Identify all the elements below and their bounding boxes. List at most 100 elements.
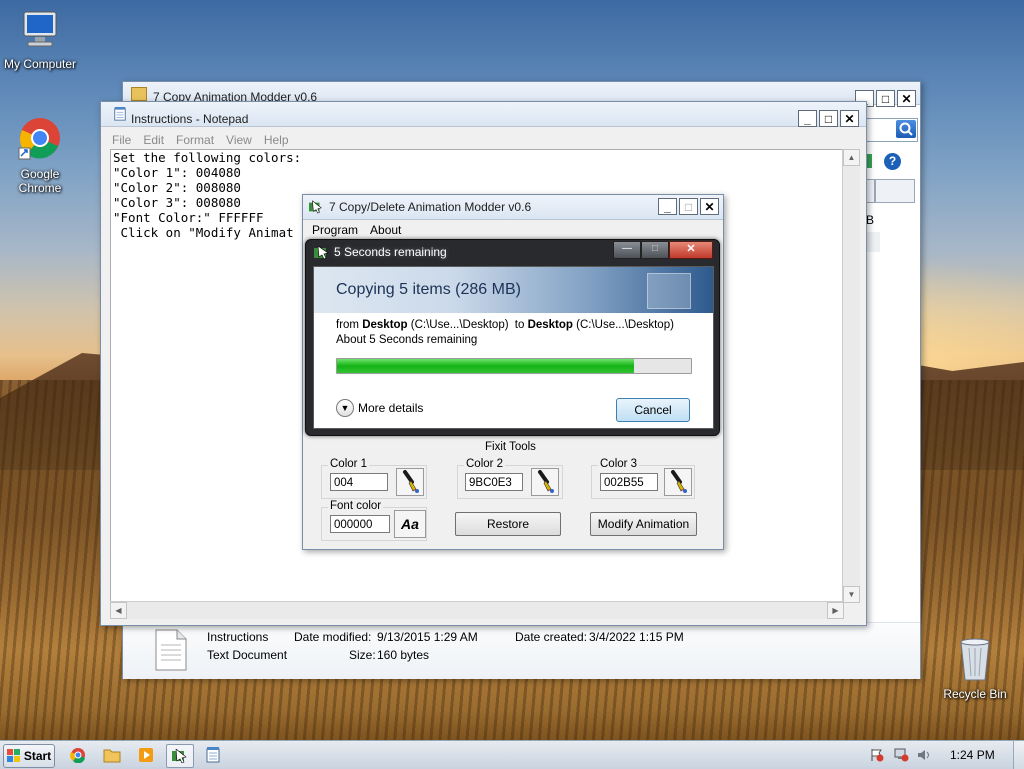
close-button[interactable]: ✕ — [840, 110, 859, 127]
desktop-icon-recycle-bin[interactable]: Recycle Bin — [935, 636, 1015, 701]
text-line: Set the following colors: — [113, 150, 302, 165]
windows-logo-icon — [6, 749, 20, 762]
menu-view[interactable]: View — [221, 133, 259, 147]
close-button[interactable]: ✕ — [669, 241, 713, 259]
file-type: Text Document — [207, 648, 288, 662]
notepad-title: Instructions - Notepad — [131, 112, 249, 126]
folder-icon — [131, 87, 147, 101]
color-1-input[interactable]: 004 — [330, 473, 388, 491]
color-2-input[interactable]: 9BC0E3 — [465, 473, 523, 491]
partial-label: B — [865, 213, 874, 227]
minimize-button[interactable]: _ — [798, 110, 817, 127]
taskbar-chrome[interactable] — [65, 744, 91, 766]
to-name[interactable]: Desktop — [528, 319, 573, 331]
chevron-down-icon: ▼ — [336, 399, 354, 417]
search-icon[interactable] — [896, 120, 916, 138]
notepad-titlebar[interactable]: Instructions - Notepad _ □ ✕ — [101, 102, 866, 127]
taskbar-modder-app[interactable] — [166, 744, 194, 768]
desktop-icon-my-computer[interactable]: My Computer — [0, 10, 80, 71]
date-created-label: Date created: — [515, 630, 588, 644]
desktop-icon-google-chrome[interactable]: Google Chrome — [0, 116, 80, 195]
taskbar-media-player[interactable] — [133, 744, 159, 766]
color-2-label: Color 2 — [464, 458, 506, 470]
menu-help[interactable]: Help — [259, 133, 296, 147]
maximize-button[interactable]: □ — [679, 198, 698, 215]
start-label: Start — [23, 749, 52, 763]
size-value: 160 bytes — [377, 648, 430, 662]
to-path: (C:\Use...\Desktop) — [576, 319, 674, 331]
paintbrush-icon — [403, 470, 419, 493]
color-2-picker-button[interactable] — [531, 468, 559, 496]
scroll-left-icon[interactable]: ◀ — [110, 602, 127, 619]
clock-time[interactable]: 1:24 PM — [950, 748, 995, 762]
font-color-input[interactable]: 000000 — [330, 515, 390, 533]
taskbar: Start 1:24 PM — [0, 740, 1024, 769]
scroll-right-icon[interactable]: ▶ — [827, 602, 844, 619]
copy-progress-fill — [337, 359, 635, 373]
tray-flag-icon[interactable] — [870, 748, 884, 762]
to-word: to — [514, 319, 525, 331]
modder-title: 7 Copy/Delete Animation Modder v0.6 — [329, 200, 532, 214]
size-label: Size: — [349, 648, 376, 662]
scroll-down-icon[interactable]: ▼ — [843, 586, 860, 603]
modder-titlebar[interactable]: 7 Copy/Delete Animation Modder v0.6 _ □ … — [303, 195, 723, 220]
menu-format[interactable]: Format — [171, 133, 221, 147]
modder-app-icon — [309, 200, 322, 214]
modder-menubar: Program About — [303, 220, 723, 240]
copy-progress-bar — [336, 358, 692, 374]
help-icon[interactable]: ? — [884, 153, 901, 170]
copy-watermark-icon — [647, 273, 691, 309]
computer-icon — [23, 11, 57, 47]
copy-progress-dialog[interactable]: 5 Seconds remaining — □ ✕ Copying 5 item… — [305, 239, 720, 436]
menu-program[interactable]: Program — [307, 223, 365, 237]
close-button[interactable]: ✕ — [700, 198, 719, 215]
notepad-menubar: File Edit Format View Help — [101, 130, 866, 150]
modder-app-icon — [172, 749, 187, 763]
text-line: "Color 2": 008080 — [113, 180, 241, 195]
start-button[interactable]: Start — [3, 744, 55, 768]
copy-dialog-title: 5 Seconds remaining — [334, 245, 447, 259]
time-remaining: About 5 Seconds remaining — [336, 334, 478, 346]
color-3-picker-button[interactable] — [664, 468, 692, 496]
date-modified-label: Date modified: — [294, 630, 372, 644]
menu-about[interactable]: About — [365, 223, 408, 237]
desktop-icon-label: My Computer — [3, 57, 77, 71]
notepad-icon — [206, 747, 220, 763]
paintbrush-icon — [671, 470, 687, 493]
recycle-bin-icon — [960, 638, 990, 681]
restore-button[interactable]: Restore — [455, 512, 561, 536]
tray-network-icon[interactable] — [893, 748, 909, 762]
date-created-value: 3/4/2022 1:15 PM — [589, 630, 684, 644]
more-details-toggle[interactable]: ▼ More details — [336, 399, 423, 417]
color-1-picker-button[interactable] — [396, 468, 424, 496]
cancel-button[interactable]: Cancel — [616, 398, 690, 422]
modify-animation-button[interactable]: Modify Animation — [590, 512, 697, 536]
show-desktop-button[interactable] — [1013, 741, 1024, 769]
taskbar-notepad[interactable] — [200, 744, 226, 766]
chrome-icon — [18, 118, 60, 160]
minimize-button[interactable]: — — [613, 241, 641, 259]
notepad-icon — [114, 107, 126, 121]
folder-icon — [103, 749, 121, 763]
text-file-icon — [155, 629, 187, 671]
explorer-search-box[interactable] — [862, 118, 918, 142]
taskbar-explorer[interactable] — [99, 744, 125, 766]
color-3-input[interactable]: 002B55 — [600, 473, 658, 491]
close-button[interactable]: ✕ — [897, 90, 916, 107]
color-1-label: Color 1 — [328, 458, 370, 470]
vertical-scrollbar[interactable]: ▲ ▼ — [842, 149, 860, 603]
font-color-button[interactable]: Aa — [394, 510, 426, 538]
paintbrush-icon — [538, 470, 554, 493]
from-path: (C:\Use...\Desktop) — [410, 319, 509, 331]
horizontal-scrollbar[interactable]: ◀ ▶ — [110, 601, 844, 619]
explorer-toolbar-button[interactable] — [875, 179, 915, 203]
maximize-button[interactable]: □ — [641, 241, 669, 259]
scroll-up-icon[interactable]: ▲ — [843, 149, 860, 166]
maximize-button[interactable]: □ — [876, 90, 895, 107]
minimize-button[interactable]: _ — [658, 198, 677, 215]
tray-volume-icon[interactable] — [917, 748, 933, 762]
maximize-button[interactable]: □ — [819, 110, 838, 127]
from-name[interactable]: Desktop — [362, 319, 407, 331]
menu-file[interactable]: File — [107, 133, 138, 147]
menu-edit[interactable]: Edit — [138, 133, 171, 147]
